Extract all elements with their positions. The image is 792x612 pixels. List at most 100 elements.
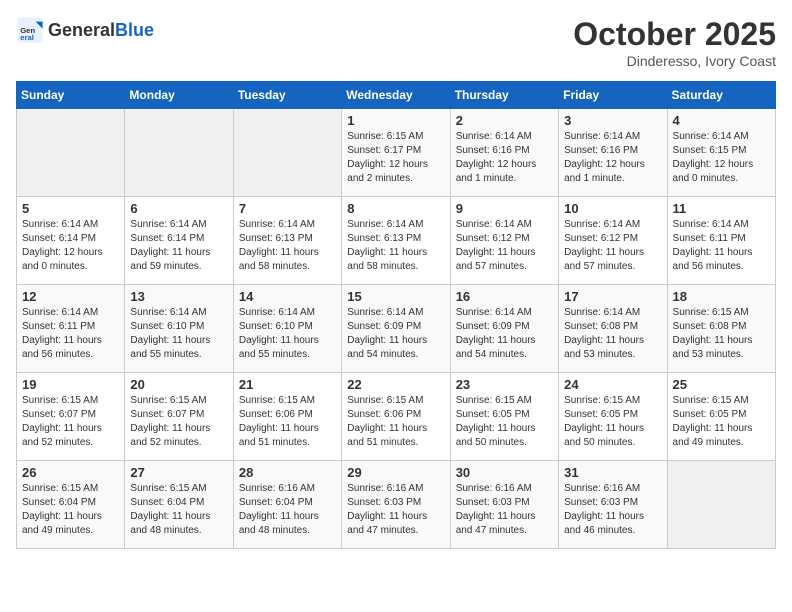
day-number: 16 (456, 289, 553, 304)
calendar-cell: 4 Sunrise: 6:14 AM Sunset: 6:15 PM Daylig… (667, 109, 775, 197)
logo-icon: Gen eral (16, 16, 44, 44)
weekday-header: Sunday (17, 82, 125, 109)
day-info: Sunrise: 6:14 AM Sunset: 6:12 PM Dayligh… (564, 218, 661, 274)
calendar-cell: 5 Sunrise: 6:14 AM Sunset: 6:14 PM Daylig… (17, 197, 125, 285)
calendar-week-row: 5 Sunrise: 6:14 AM Sunset: 6:14 PM Daylig… (17, 197, 776, 285)
day-info: Sunrise: 6:15 AM Sunset: 6:07 PM Dayligh… (22, 394, 119, 450)
calendar-cell: 22 Sunrise: 6:15 AM Sunset: 6:06 PM Dayli… (342, 373, 450, 461)
day-number: 31 (564, 465, 661, 480)
calendar-cell: 27Sunrise: 6:15 AM Sunset: 6:04 PM Dayli… (125, 461, 233, 549)
calendar-cell: 19Sunrise: 6:15 AM Sunset: 6:07 PM Dayli… (17, 373, 125, 461)
calendar-cell: 12 Sunrise: 6:14 AM Sunset: 6:11 PM Dayli… (17, 285, 125, 373)
location-subtitle: Dinderesso, Ivory Coast (573, 53, 776, 69)
title-block: October 2025 Dinderesso, Ivory Coast (573, 16, 776, 69)
day-number: 13 (130, 289, 227, 304)
weekday-header: Friday (559, 82, 667, 109)
day-info: Sunrise: 6:14 AM Sunset: 6:09 PM Dayligh… (347, 306, 444, 362)
day-number: 25 (673, 377, 770, 392)
day-number: 15 (347, 289, 444, 304)
calendar-cell: 1 Sunrise: 6:15 AM Sunset: 6:17 PM Daylig… (342, 109, 450, 197)
day-info: Sunrise: 6:15 AM Sunset: 6:17 PM Dayligh… (347, 130, 444, 186)
day-info: Sunrise: 6:14 AM Sunset: 6:12 PM Dayligh… (456, 218, 553, 274)
day-info: Sunrise: 6:14 AM Sunset: 6:14 PM Dayligh… (130, 218, 227, 274)
day-number: 21 (239, 377, 336, 392)
calendar-week-row: 12 Sunrise: 6:14 AM Sunset: 6:11 PM Dayli… (17, 285, 776, 373)
calendar-week-row: 1 Sunrise: 6:15 AM Sunset: 6:17 PM Daylig… (17, 109, 776, 197)
day-info: Sunrise: 6:15 AM Sunset: 6:06 PM Dayligh… (347, 394, 444, 450)
weekday-header: Monday (125, 82, 233, 109)
calendar-cell: 3 Sunrise: 6:14 AM Sunset: 6:16 PM Daylig… (559, 109, 667, 197)
day-info: Sunrise: 6:14 AM Sunset: 6:14 PM Dayligh… (22, 218, 119, 274)
day-number: 23 (456, 377, 553, 392)
day-info: Sunrise: 6:16 AM Sunset: 6:04 PM Dayligh… (239, 482, 336, 538)
day-info: Sunrise: 6:15 AM Sunset: 6:07 PM Dayligh… (130, 394, 227, 450)
weekday-header: Tuesday (233, 82, 341, 109)
calendar-cell: 15 Sunrise: 6:14 AM Sunset: 6:09 PM Dayli… (342, 285, 450, 373)
day-number: 27 (130, 465, 227, 480)
day-number: 28 (239, 465, 336, 480)
day-info: Sunrise: 6:15 AM Sunset: 6:05 PM Dayligh… (673, 394, 770, 450)
day-info: Sunrise: 6:14 AM Sunset: 6:11 PM Dayligh… (673, 218, 770, 274)
day-number: 6 (130, 201, 227, 216)
month-title: October 2025 (573, 16, 776, 53)
day-number: 8 (347, 201, 444, 216)
day-number: 24 (564, 377, 661, 392)
day-info: Sunrise: 6:14 AM Sunset: 6:10 PM Dayligh… (130, 306, 227, 362)
day-number: 1 (347, 113, 444, 128)
day-number: 12 (22, 289, 119, 304)
calendar-cell: 24Sunrise: 6:15 AM Sunset: 6:05 PM Dayli… (559, 373, 667, 461)
day-number: 20 (130, 377, 227, 392)
day-info: Sunrise: 6:14 AM Sunset: 6:09 PM Dayligh… (456, 306, 553, 362)
calendar-cell: 29 Sunrise: 6:16 AM Sunset: 6:03 PM Dayli… (342, 461, 450, 549)
calendar-cell (233, 109, 341, 197)
calendar-cell: 30Sunrise: 6:16 AM Sunset: 6:03 PM Dayli… (450, 461, 558, 549)
weekday-header: Saturday (667, 82, 775, 109)
calendar-cell: 23 Sunrise: 6:15 AM Sunset: 6:05 PM Dayli… (450, 373, 558, 461)
day-number: 2 (456, 113, 553, 128)
calendar-cell: 8 Sunrise: 6:14 AM Sunset: 6:13 PM Daylig… (342, 197, 450, 285)
day-info: Sunrise: 6:16 AM Sunset: 6:03 PM Dayligh… (347, 482, 444, 538)
day-info: Sunrise: 6:15 AM Sunset: 6:05 PM Dayligh… (456, 394, 553, 450)
calendar-cell: 11 Sunrise: 6:14 AM Sunset: 6:11 PM Dayli… (667, 197, 775, 285)
calendar-cell: 17 Sunrise: 6:14 AM Sunset: 6:08 PM Dayli… (559, 285, 667, 373)
day-info: Sunrise: 6:14 AM Sunset: 6:10 PM Dayligh… (239, 306, 336, 362)
calendar-cell (125, 109, 233, 197)
day-info: Sunrise: 6:15 AM Sunset: 6:06 PM Dayligh… (239, 394, 336, 450)
page-header: Gen eral GeneralBlue October 2025 Dinder… (16, 16, 776, 69)
day-number: 5 (22, 201, 119, 216)
calendar-cell: 18Sunrise: 6:15 AM Sunset: 6:08 PM Dayli… (667, 285, 775, 373)
calendar-week-row: 26 Sunrise: 6:15 AM Sunset: 6:04 PM Dayli… (17, 461, 776, 549)
day-info: Sunrise: 6:15 AM Sunset: 6:04 PM Dayligh… (22, 482, 119, 538)
day-number: 26 (22, 465, 119, 480)
day-info: Sunrise: 6:14 AM Sunset: 6:11 PM Dayligh… (22, 306, 119, 362)
calendar-cell: 16 Sunrise: 6:14 AM Sunset: 6:09 PM Dayli… (450, 285, 558, 373)
day-info: Sunrise: 6:14 AM Sunset: 6:08 PM Dayligh… (564, 306, 661, 362)
day-number: 22 (347, 377, 444, 392)
calendar-cell: 9 Sunrise: 6:14 AM Sunset: 6:12 PM Daylig… (450, 197, 558, 285)
day-info: Sunrise: 6:14 AM Sunset: 6:15 PM Dayligh… (673, 130, 770, 186)
day-number: 4 (673, 113, 770, 128)
day-info: Sunrise: 6:14 AM Sunset: 6:13 PM Dayligh… (239, 218, 336, 274)
day-number: 17 (564, 289, 661, 304)
calendar-cell: 2 Sunrise: 6:14 AM Sunset: 6:16 PM Daylig… (450, 109, 558, 197)
calendar-cell: 31Sunrise: 6:16 AM Sunset: 6:03 PM Dayli… (559, 461, 667, 549)
weekday-header-row: SundayMondayTuesdayWednesdayThursdayFrid… (17, 82, 776, 109)
day-info: Sunrise: 6:15 AM Sunset: 6:08 PM Dayligh… (673, 306, 770, 362)
calendar-cell: 26 Sunrise: 6:15 AM Sunset: 6:04 PM Dayli… (17, 461, 125, 549)
day-number: 11 (673, 201, 770, 216)
calendar-cell: 20 Sunrise: 6:15 AM Sunset: 6:07 PM Dayli… (125, 373, 233, 461)
weekday-header: Thursday (450, 82, 558, 109)
weekday-header: Wednesday (342, 82, 450, 109)
day-info: Sunrise: 6:14 AM Sunset: 6:16 PM Dayligh… (564, 130, 661, 186)
day-number: 10 (564, 201, 661, 216)
calendar-table: SundayMondayTuesdayWednesdayThursdayFrid… (16, 81, 776, 549)
day-number: 29 (347, 465, 444, 480)
day-info: Sunrise: 6:14 AM Sunset: 6:16 PM Dayligh… (456, 130, 553, 186)
calendar-week-row: 19Sunrise: 6:15 AM Sunset: 6:07 PM Dayli… (17, 373, 776, 461)
day-number: 3 (564, 113, 661, 128)
calendar-cell: 25 Sunrise: 6:15 AM Sunset: 6:05 PM Dayli… (667, 373, 775, 461)
svg-text:eral: eral (20, 33, 34, 42)
logo: Gen eral GeneralBlue (16, 16, 154, 44)
day-info: Sunrise: 6:14 AM Sunset: 6:13 PM Dayligh… (347, 218, 444, 274)
day-number: 9 (456, 201, 553, 216)
